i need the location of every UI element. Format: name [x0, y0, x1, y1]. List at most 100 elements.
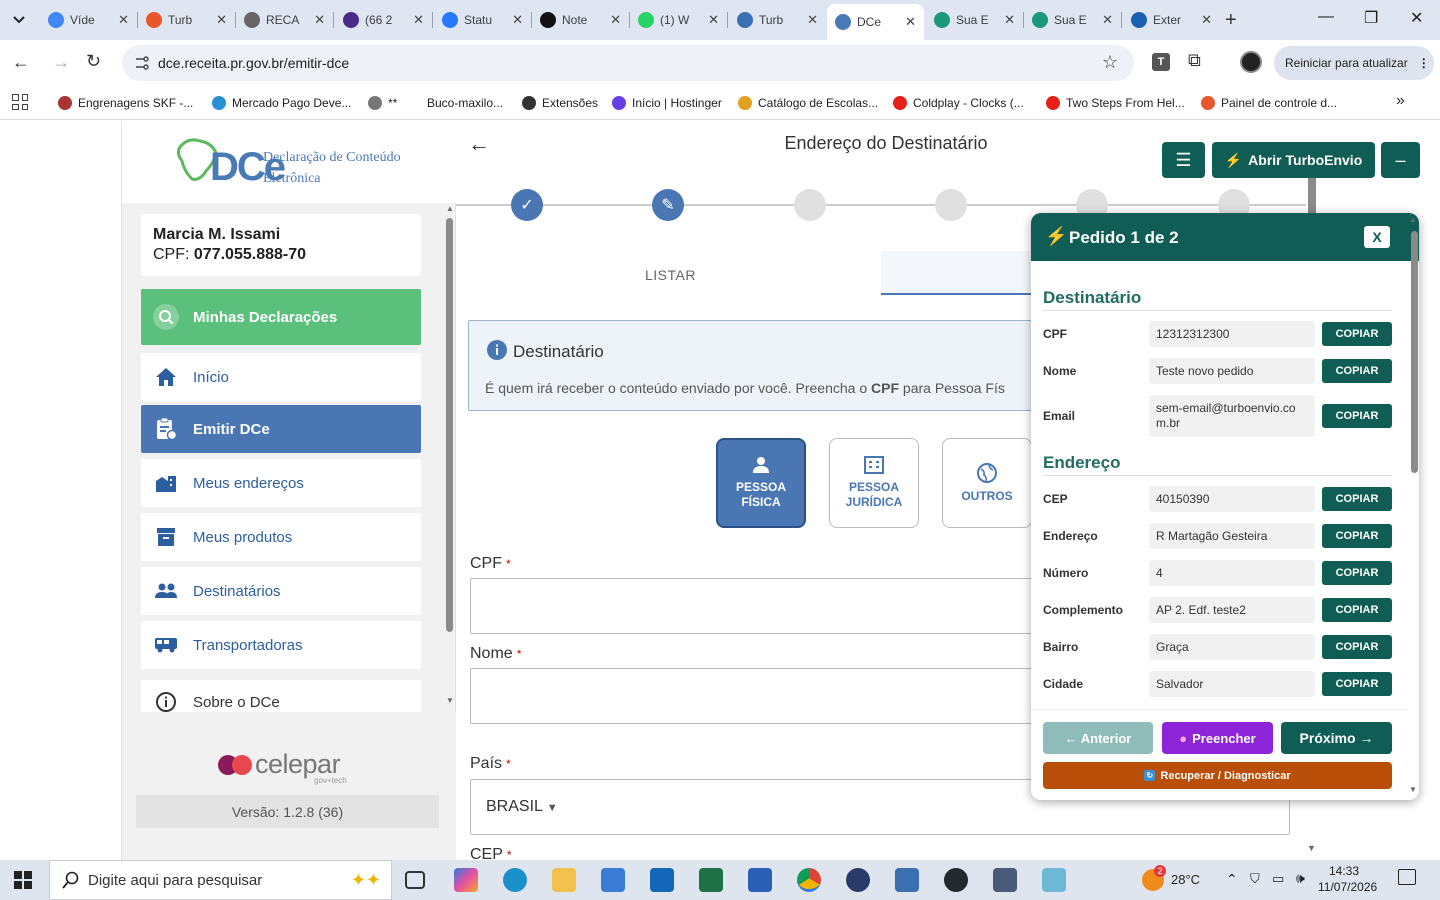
field-value-end-1[interactable]: 40150390	[1149, 486, 1315, 512]
copy-button[interactable]: COPIAR	[1322, 404, 1392, 428]
sidebar-item-7[interactable]: Transportadoras	[141, 621, 421, 669]
step-2-current[interactable]: ✎	[652, 189, 684, 221]
excel-icon[interactable]	[699, 868, 723, 892]
copy-button[interactable]: COPIAR	[1322, 672, 1392, 696]
site-info-icon[interactable]	[134, 56, 150, 70]
tab-listar[interactable]: LISTAR	[645, 267, 696, 283]
field-value-end-3[interactable]: 4	[1149, 560, 1315, 586]
field-value-dest-2[interactable]: Teste novo pedido	[1149, 358, 1315, 384]
bookmark-6[interactable]: Início | Hostinger	[612, 93, 722, 113]
fill-form-button[interactable]: ● Preencher	[1162, 722, 1273, 754]
clock[interactable]: 14:33 11/07/2026	[1318, 863, 1377, 895]
dce-logo[interactable]: DCe Declaração de Conteúdo Eletrônica	[122, 121, 456, 203]
sidebar-item-6[interactable]: Destinatários	[141, 567, 421, 615]
taskbar-search[interactable]: Digite aqui para pesquisar ✦✦	[49, 860, 392, 900]
network-icon[interactable]: ▭	[1272, 871, 1284, 887]
browser-tab-10[interactable]: Sua E ✕	[926, 4, 1023, 36]
next-order-button[interactable]: Próximo →	[1281, 722, 1392, 754]
file-explorer-icon[interactable]	[552, 868, 576, 892]
tab-close-icon[interactable]: ✕	[708, 12, 719, 28]
minimize-button[interactable]: —	[1318, 8, 1334, 26]
bookmark-8[interactable]: Coldplay - Clocks (...	[893, 93, 1024, 113]
step-4[interactable]	[935, 189, 967, 221]
start-button[interactable]	[14, 871, 32, 889]
browser-tab-2[interactable]: Turb ✕	[138, 4, 235, 36]
copy-button[interactable]: COPIAR	[1322, 524, 1392, 548]
bookmark-3[interactable]: **	[368, 93, 397, 113]
sidebar-item-2[interactable]: Início	[141, 353, 421, 401]
tab-close-icon[interactable]: ✕	[610, 12, 621, 28]
tab-close-icon[interactable]: ✕	[807, 12, 818, 28]
notifications-icon[interactable]	[1398, 869, 1416, 885]
browser-tab-5[interactable]: Statu ✕	[434, 4, 531, 36]
volume-icon[interactable]: 🕪	[1296, 870, 1305, 887]
browser-tab-3[interactable]: RECA ✕	[236, 4, 333, 36]
recover-diagnose-button[interactable]: ↻ Recuperar / Diagnosticar	[1043, 762, 1392, 789]
outlook-icon[interactable]	[650, 868, 674, 892]
bookmark-4[interactable]: Buco-maxilo...	[427, 93, 503, 113]
browser-tab-6[interactable]: Note ✕	[532, 4, 629, 36]
browser-tab-8[interactable]: Turb ✕	[729, 4, 826, 36]
tray-chevron-icon[interactable]: ⌃	[1226, 871, 1238, 888]
tab-close-icon[interactable]: ✕	[216, 12, 227, 28]
field-value-dest-3[interactable]: sem-email@turboenvio.com.br	[1149, 395, 1315, 437]
type-outros-button[interactable]: OUTROS	[942, 438, 1032, 528]
close-window-button[interactable]: ✕	[1410, 8, 1423, 28]
field-value-end-4[interactable]: AP 2. Edf. teste2	[1149, 597, 1315, 623]
field-value-end-2[interactable]: R Martagão Gesteira	[1149, 523, 1315, 549]
open-turboenvio-button[interactable]: ⚡ Abrir TurboEnvio	[1212, 142, 1375, 178]
turbo-menu-button[interactable]: ☰	[1162, 142, 1205, 178]
browser-tab-1[interactable]: Víde ✕	[40, 4, 137, 36]
browser-tab-7[interactable]: (1) W ✕	[630, 4, 727, 36]
copy-button[interactable]: COPIAR	[1322, 635, 1392, 659]
notepad-icon[interactable]	[1042, 868, 1066, 892]
word-icon[interactable]	[748, 868, 772, 892]
panel-scrollbar[interactable]: ▲ ▼	[1407, 213, 1419, 800]
github-icon[interactable]	[944, 868, 968, 892]
extensions-puzzle-icon[interactable]: ⧉	[1188, 50, 1201, 71]
browser-tab-11[interactable]: Sua E ✕	[1024, 4, 1121, 36]
sidebar-item-1[interactable]: Minhas Declarações	[141, 289, 421, 345]
browser-tab-12[interactable]: Exter ✕	[1123, 4, 1220, 36]
vpn-shield-icon[interactable]	[846, 868, 870, 892]
bookmarks-overflow-icon[interactable]: »	[1396, 92, 1405, 110]
prev-order-button[interactable]: ← Anterior	[1043, 722, 1153, 754]
temperature[interactable]: 28°C	[1171, 872, 1200, 887]
copy-button[interactable]: COPIAR	[1322, 598, 1392, 622]
tab-close-icon[interactable]: ✕	[1102, 12, 1113, 28]
bookmark-2[interactable]: Mercado Pago Deve...	[212, 93, 351, 113]
update-button[interactable]: Reiniciar para atualizar ⋮	[1274, 46, 1434, 80]
new-tab-button[interactable]: +	[1225, 9, 1237, 32]
browser-tab-4[interactable]: (66 2 ✕	[335, 4, 432, 36]
reload-button[interactable]: ↻	[86, 51, 101, 72]
tab-close-icon[interactable]: ✕	[1004, 12, 1015, 28]
bookmark-10[interactable]: Painel de controle d...	[1201, 93, 1337, 113]
minimize-widget-button[interactable]: –	[1381, 142, 1420, 178]
tab-close-icon[interactable]: ✕	[118, 12, 129, 28]
bookmark-star-icon[interactable]: ☆	[1102, 52, 1118, 73]
sidebar-item-5[interactable]: Meus produtos	[141, 513, 421, 561]
sidebar-scrollbar[interactable]: ▲ ▼	[443, 204, 455, 712]
copy-button[interactable]: COPIAR	[1322, 561, 1392, 585]
sidebar-item-3[interactable]: Emitir DCe	[141, 405, 421, 453]
tab-close-icon[interactable]: ✕	[413, 12, 424, 28]
back-button[interactable]: ←	[12, 52, 30, 73]
bookmark-7[interactable]: Catálogo de Escolas...	[738, 93, 878, 113]
close-panel-button[interactable]: X	[1364, 226, 1390, 248]
bookmark-9[interactable]: Two Steps From Hel...	[1046, 93, 1185, 113]
bookmark-1[interactable]: Engrenagens SKF -...	[58, 93, 193, 113]
extension-t-icon[interactable]: T	[1152, 53, 1170, 71]
copilot-icon[interactable]	[454, 868, 478, 892]
store-icon[interactable]	[601, 868, 625, 892]
copy-button[interactable]: COPIAR	[1322, 359, 1392, 383]
chrome-icon[interactable]	[797, 868, 821, 892]
tab-novo[interactable]	[881, 251, 1036, 293]
copy-button[interactable]: COPIAR	[1322, 322, 1392, 346]
tab-close-icon[interactable]: ✕	[314, 12, 325, 28]
tab-close-icon[interactable]: ✕	[1201, 12, 1212, 28]
field-value-end-6[interactable]: Salvador	[1149, 671, 1315, 697]
bookmark-5[interactable]: Extensões	[522, 93, 598, 113]
type-pessoa-fisica-button[interactable]: PESSOA FÍSICA	[716, 438, 806, 528]
sidebar-item-4[interactable]: Meus endereços	[141, 459, 421, 507]
type-pessoa-juridica-button[interactable]: PESSOA JURÍDICA	[829, 438, 919, 528]
